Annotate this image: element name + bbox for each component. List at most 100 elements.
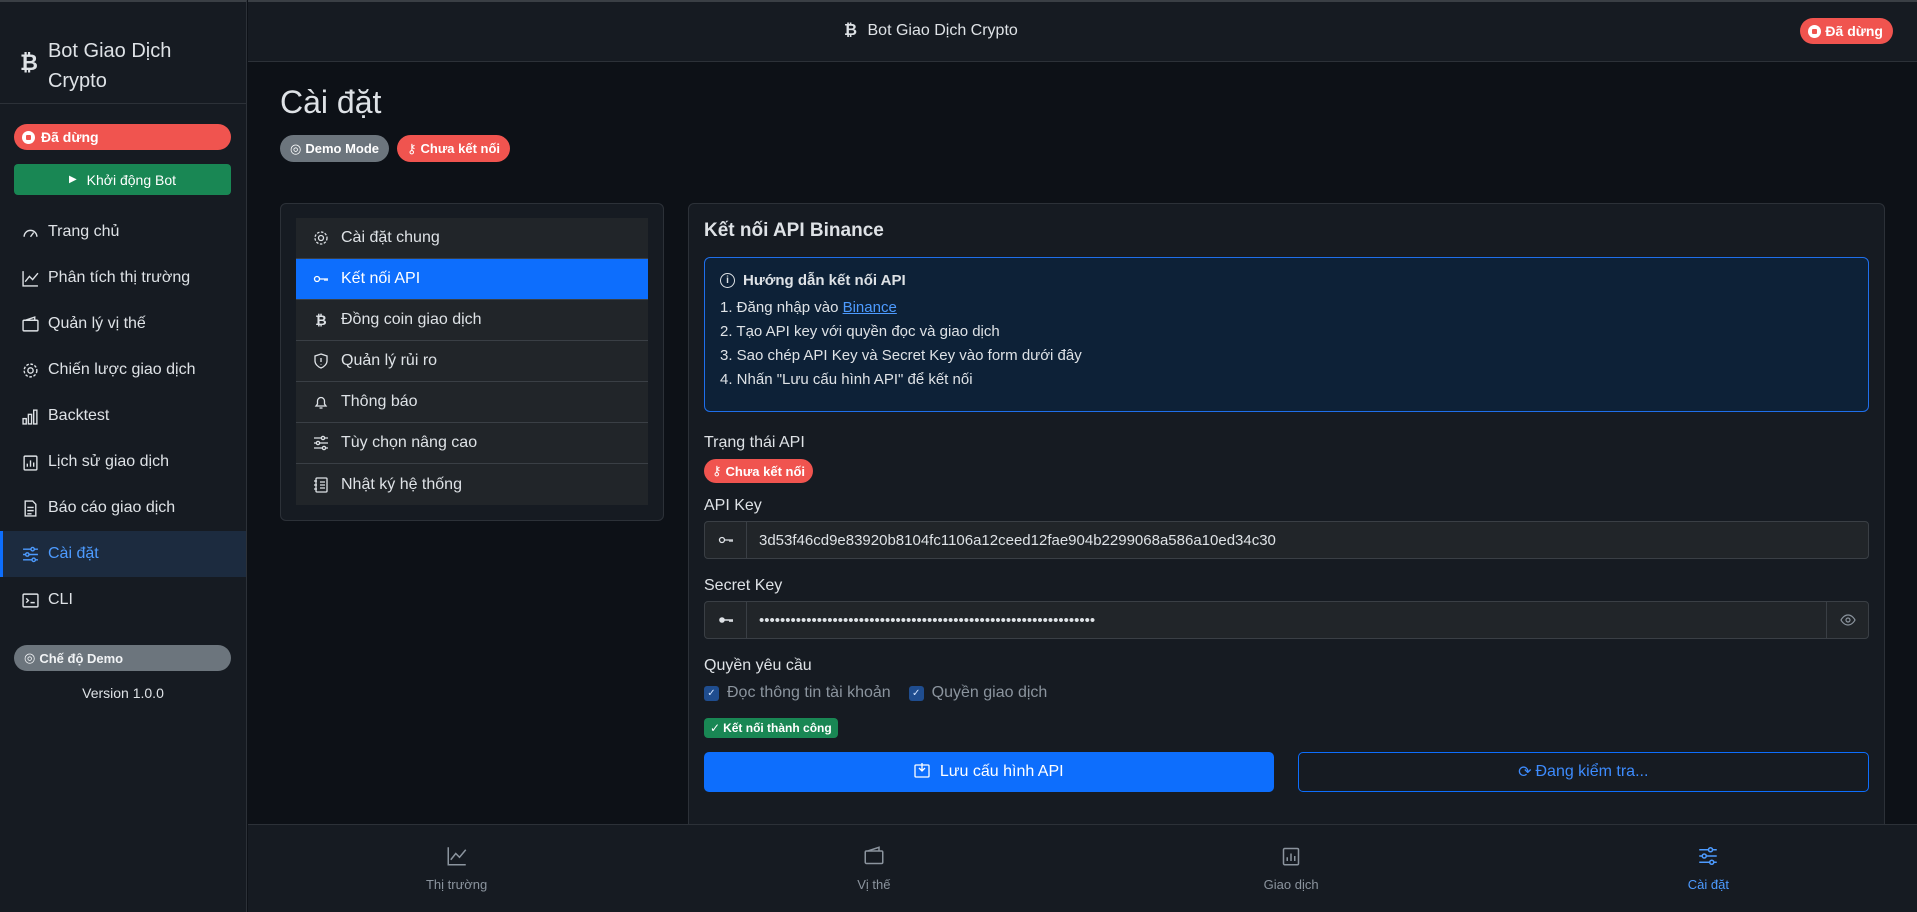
binance-link[interactable]: Binance [843,299,897,316]
play-icon: ▶ [68,174,77,185]
sidebar-item-label: Quản lý vị thế [48,315,146,332]
sidebar-item-label: Chiến lược giao dịch [48,361,196,378]
key-icon [311,271,331,287]
page-title: Cài đặt [280,84,382,120]
gear-icon [311,230,331,246]
info-icon: i [720,273,735,288]
connection-status-label: Chưa kết nối [420,141,501,156]
wallet-icon [864,845,884,869]
topbar-title: ₿ Bot Giao Dịch Crypto [844,22,1018,40]
top-bar: ₿ Bot Giao Dịch Crypto Đã dừng [248,0,1917,62]
sidebar-item-trade-report[interactable]: Báo cáo giao dịch [0,485,246,531]
gear-icon [20,360,40,380]
sidebar-item-label: Lịch sử giao dịch [48,453,169,470]
sidebar-item-backtest[interactable]: Backtest [0,393,246,439]
save-api-button[interactable]: Lưu cấu hình API [704,752,1274,792]
bottom-nav-positions[interactable]: Vị thế [665,825,1082,912]
bottom-nav: Thị trường Vị thế Giao dịch Cài đặt [248,824,1917,912]
eye-icon[interactable] [1826,602,1868,638]
shield-icon [311,353,331,369]
sidebar-nav: Trang chủ Phân tích thị trường Quản lý v… [0,209,246,623]
settings-item-logs[interactable]: Nhật ký hệ thống [296,464,648,505]
sidebar-item-label: Cài đặt [48,545,99,562]
settings-item-general[interactable]: Cài đặt chung [296,218,648,259]
bottom-nav-trades[interactable]: Giao dịch [1083,825,1500,912]
bitcoin-icon: ₿ [315,312,327,328]
main-content: Cài đặt ◎ Demo Mode ⚷ Chưa kết nối Cài đ… [248,62,1917,824]
life-ring-icon: ◎ [24,650,36,665]
check-connection-button[interactable]: ⟳ Đang kiểm tra... [1297,752,1869,792]
key-icon: ⚷ [407,140,417,156]
sliders-icon [20,544,40,564]
bottom-nav-label: Vị thế [857,876,891,892]
topbar-title-text: Bot Giao Dịch Crypto [867,22,1018,39]
chart-line-icon [20,268,40,288]
bottom-nav-label: Thị trường [425,876,488,892]
secret-key-field[interactable]: ••••••••••••••••••••••••••••••••••••••••… [704,601,1869,639]
permissions-checks: ✓ Đọc thông tin tài khoản ✓ Quyền giao d… [704,684,1869,702]
clipboard-data-icon [1281,846,1301,869]
settings-item-coins[interactable]: ₿ Đồng coin giao dịch [296,300,648,341]
bottom-nav-settings[interactable]: Cài đặt [1500,825,1917,912]
life-ring-icon: ◎ [290,140,302,156]
sidebar-item-strategy[interactable]: Chiến lược giao dịch [0,347,246,393]
sidebar-item-settings[interactable]: Cài đặt [0,531,246,577]
demo-mode-badge: ◎ Chế độ Demo [14,645,231,671]
sidebar-item-positions[interactable]: Quản lý vị thế [0,301,246,347]
settings-item-label: Quản lý rủi ro [341,352,438,369]
terminal-icon [20,590,40,610]
guide-title: Hướng dẫn kết nối API [743,272,906,289]
guide-step: 3. Sao chép API Key và Secret Key vào fo… [720,347,1082,364]
speedometer-icon [20,222,40,242]
sidebar-item-market-analysis[interactable]: Phân tích thị trường [0,255,246,301]
key-icon [705,522,747,558]
settings-item-api[interactable]: Kết nối API [296,259,648,300]
connection-status-badge: ⚷ Chưa kết nối [397,135,511,162]
perm-read-checkbox[interactable]: ✓ Đọc thông tin tài khoản [704,684,891,702]
save-api-label: Lưu cấu hình API [939,763,1064,780]
card-title: Kết nối API Binance [704,220,884,241]
sidebar-item-label: Báo cáo giao dịch [48,499,176,516]
version-text: Version 1.0.0 [82,685,164,701]
settings-item-notifications[interactable]: Thông báo [296,382,648,423]
api-key-field[interactable]: 3d53f46cd9e83920b8104fc1106a12ceed12fae9… [704,521,1869,559]
api-key-input[interactable]: 3d53f46cd9e83920b8104fc1106a12ceed12fae9… [747,522,1868,558]
settings-item-label: Đồng coin giao dịch [341,311,482,328]
bottom-nav-label: Giao dịch [1263,876,1319,892]
secret-key-label: Secret Key [704,577,783,594]
file-text-icon [20,498,40,518]
bar-chart-icon [20,406,40,426]
perm-trade-checkbox[interactable]: ✓ Quyền giao dịch [908,684,1047,702]
sidebar-item-cli[interactable]: CLI [0,577,246,623]
bottom-nav-label: Cài đặt [1687,876,1729,892]
perm-read-label: Đọc thông tin tài khoản [727,684,891,701]
settings-item-label: Thông báo [341,393,418,410]
sidebar-item-label: Backtest [48,407,110,424]
bot-status-badge: Đã dừng [14,124,231,150]
sidebar-item-home[interactable]: Trang chủ [0,209,246,255]
brand[interactable]: ₿ Bot Giao Dịch Crypto [0,2,246,104]
guide-header: i Hướng dẫn kết nối API [720,272,1853,289]
brand-title: Bot Giao Dịch Crypto [47,40,172,92]
settings-item-advanced[interactable]: Tùy chọn nâng cao [296,423,648,464]
settings-menu: Cài đặt chung Kết nối API ₿ Đồng coin gi… [280,203,664,521]
demo-mode-badge: ◎ Demo Mode [280,135,390,162]
sliders-icon [1698,846,1718,869]
chart-line-icon [447,846,467,869]
settings-item-label: Cài đặt chung [341,229,440,246]
topbar-status-badge: Đã dừng [1800,18,1893,44]
start-bot-button[interactable]: ▶ Khởi động Bot [14,164,231,195]
download-icon [914,762,930,783]
api-status-row: ⚷ Chưa kết nối [704,459,1869,483]
secret-key-input[interactable]: ••••••••••••••••••••••••••••••••••••••••… [747,602,1826,638]
sidebar-item-label: Trang chủ [48,223,120,240]
action-buttons: Lưu cấu hình API ⟳ Đang kiểm tra... [704,752,1869,792]
bottom-nav-market[interactable]: Thị trường [248,825,665,912]
settings-item-label: Kết nối API [341,270,421,287]
api-status-label: Trạng thái API [704,434,805,451]
settings-item-risk[interactable]: Quản lý rủi ro [296,341,648,382]
guide-steps: 1. Đăng nhập vào Binance 2. Tạo API key … [720,296,1853,392]
api-connection-card: Kết nối API Binance i Hướng dẫn kết nối … [688,203,1885,824]
sidebar-item-trade-history[interactable]: Lịch sử giao dịch [0,439,246,485]
guide-step: 1. Đăng nhập vào Binance [720,296,1853,320]
